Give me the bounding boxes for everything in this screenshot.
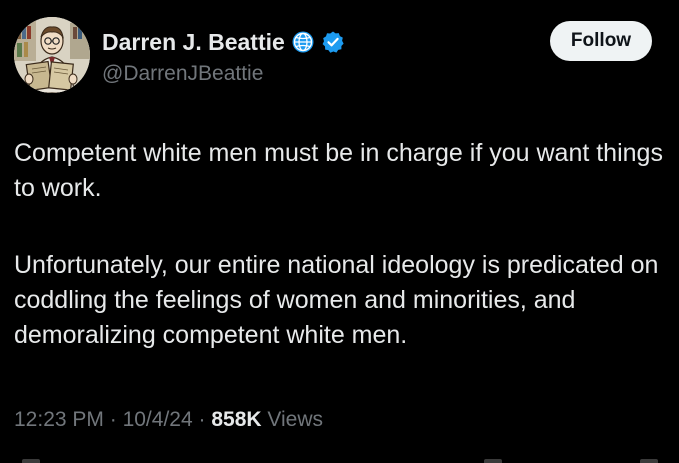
- tweet-paragraph-1: Competent white men must be in charge if…: [14, 139, 663, 202]
- tweet-time[interactable]: 12:23 PM: [14, 408, 104, 431]
- author-name-row: Darren J. Beattie: [102, 27, 345, 57]
- reply-icon[interactable]: [22, 459, 40, 463]
- meta-separator: ·: [109, 408, 117, 431]
- bottom-divider: [0, 456, 679, 463]
- tweet-meta: 12:23 PM · 10/4/24 · 858K Views: [14, 408, 323, 432]
- views-count: 858K: [211, 408, 262, 431]
- author-avatar[interactable]: [14, 17, 90, 93]
- views-label[interactable]: Views: [267, 408, 323, 431]
- globe-icon[interactable]: [291, 30, 315, 54]
- bookmark-icon[interactable]: [484, 459, 502, 463]
- share-icon[interactable]: [640, 459, 658, 463]
- meta-separator: ·: [198, 408, 206, 431]
- author-handle[interactable]: @DarrenJBeattie: [102, 62, 263, 86]
- verified-badge-icon[interactable]: [321, 30, 345, 54]
- tweet-date[interactable]: 10/4/24: [123, 408, 193, 431]
- author-display-name[interactable]: Darren J. Beattie: [102, 29, 285, 56]
- follow-button[interactable]: Follow: [550, 21, 652, 61]
- avatar-illustration-icon: [14, 17, 90, 93]
- tweet-card: Darren J. Beattie @DarrenJBeattie Follow…: [0, 0, 679, 463]
- tweet-text: Competent white men must be in charge if…: [14, 136, 664, 353]
- tweet-paragraph-2: Unfortunately, our entire national ideol…: [14, 251, 659, 349]
